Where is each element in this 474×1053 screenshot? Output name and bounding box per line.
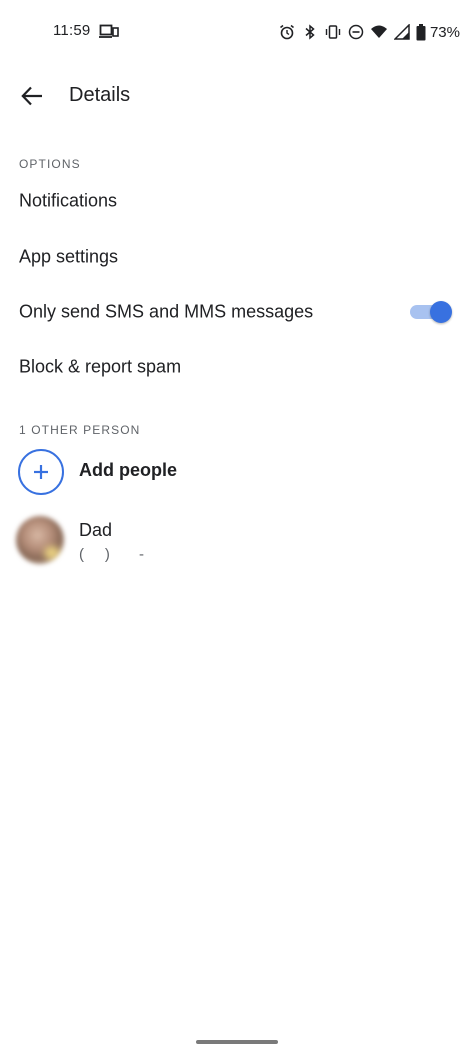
notifications-option[interactable]: Notifications (0, 173, 474, 229)
back-button[interactable] (14, 78, 50, 114)
status-bar: 11:59 73% (0, 0, 474, 64)
option-label: Only send SMS and MMS messages (19, 301, 314, 322)
contact-number: ( ) - (79, 546, 144, 563)
arrow-back-icon (21, 86, 42, 106)
avatar (16, 516, 64, 564)
status-time: 11:59 (53, 22, 91, 39)
dnd-icon (347, 23, 365, 41)
app-settings-option[interactable]: App settings (0, 229, 474, 285)
battery-percent: 73% (429, 23, 460, 41)
wifi-icon (370, 23, 388, 41)
battery-icon (416, 23, 426, 41)
page-title: Details (69, 84, 131, 106)
contact-row[interactable]: Dad ( ) - (0, 508, 474, 572)
signal-icon (393, 23, 411, 41)
status-icons: 73% (273, 22, 460, 42)
gesture-nav-handle[interactable] (196, 1040, 278, 1044)
add-people-button[interactable]: Add people (0, 444, 474, 500)
vibrate-icon (324, 23, 342, 41)
add-circle-icon (18, 449, 64, 495)
app-bar: Details (0, 64, 474, 128)
people-section-header: 1 OTHER PERSON (19, 423, 141, 437)
cast-icon (99, 24, 119, 40)
contact-name: Dad (79, 520, 113, 540)
toggle-thumb (430, 301, 452, 323)
bluetooth-icon (301, 23, 319, 41)
options-section-header: OPTIONS (19, 157, 81, 171)
option-label: App settings (19, 246, 119, 267)
alarm-icon (278, 23, 296, 41)
sms-mms-only-toggle[interactable] (410, 300, 452, 324)
option-label: Block & report spam (19, 356, 182, 377)
block-report-spam-option[interactable]: Block & report spam (0, 339, 474, 395)
option-label: Notifications (19, 190, 118, 211)
add-people-label: Add people (79, 459, 177, 480)
plus-icon (34, 465, 48, 479)
sms-mms-only-option[interactable]: Only send SMS and MMS messages (0, 284, 474, 340)
